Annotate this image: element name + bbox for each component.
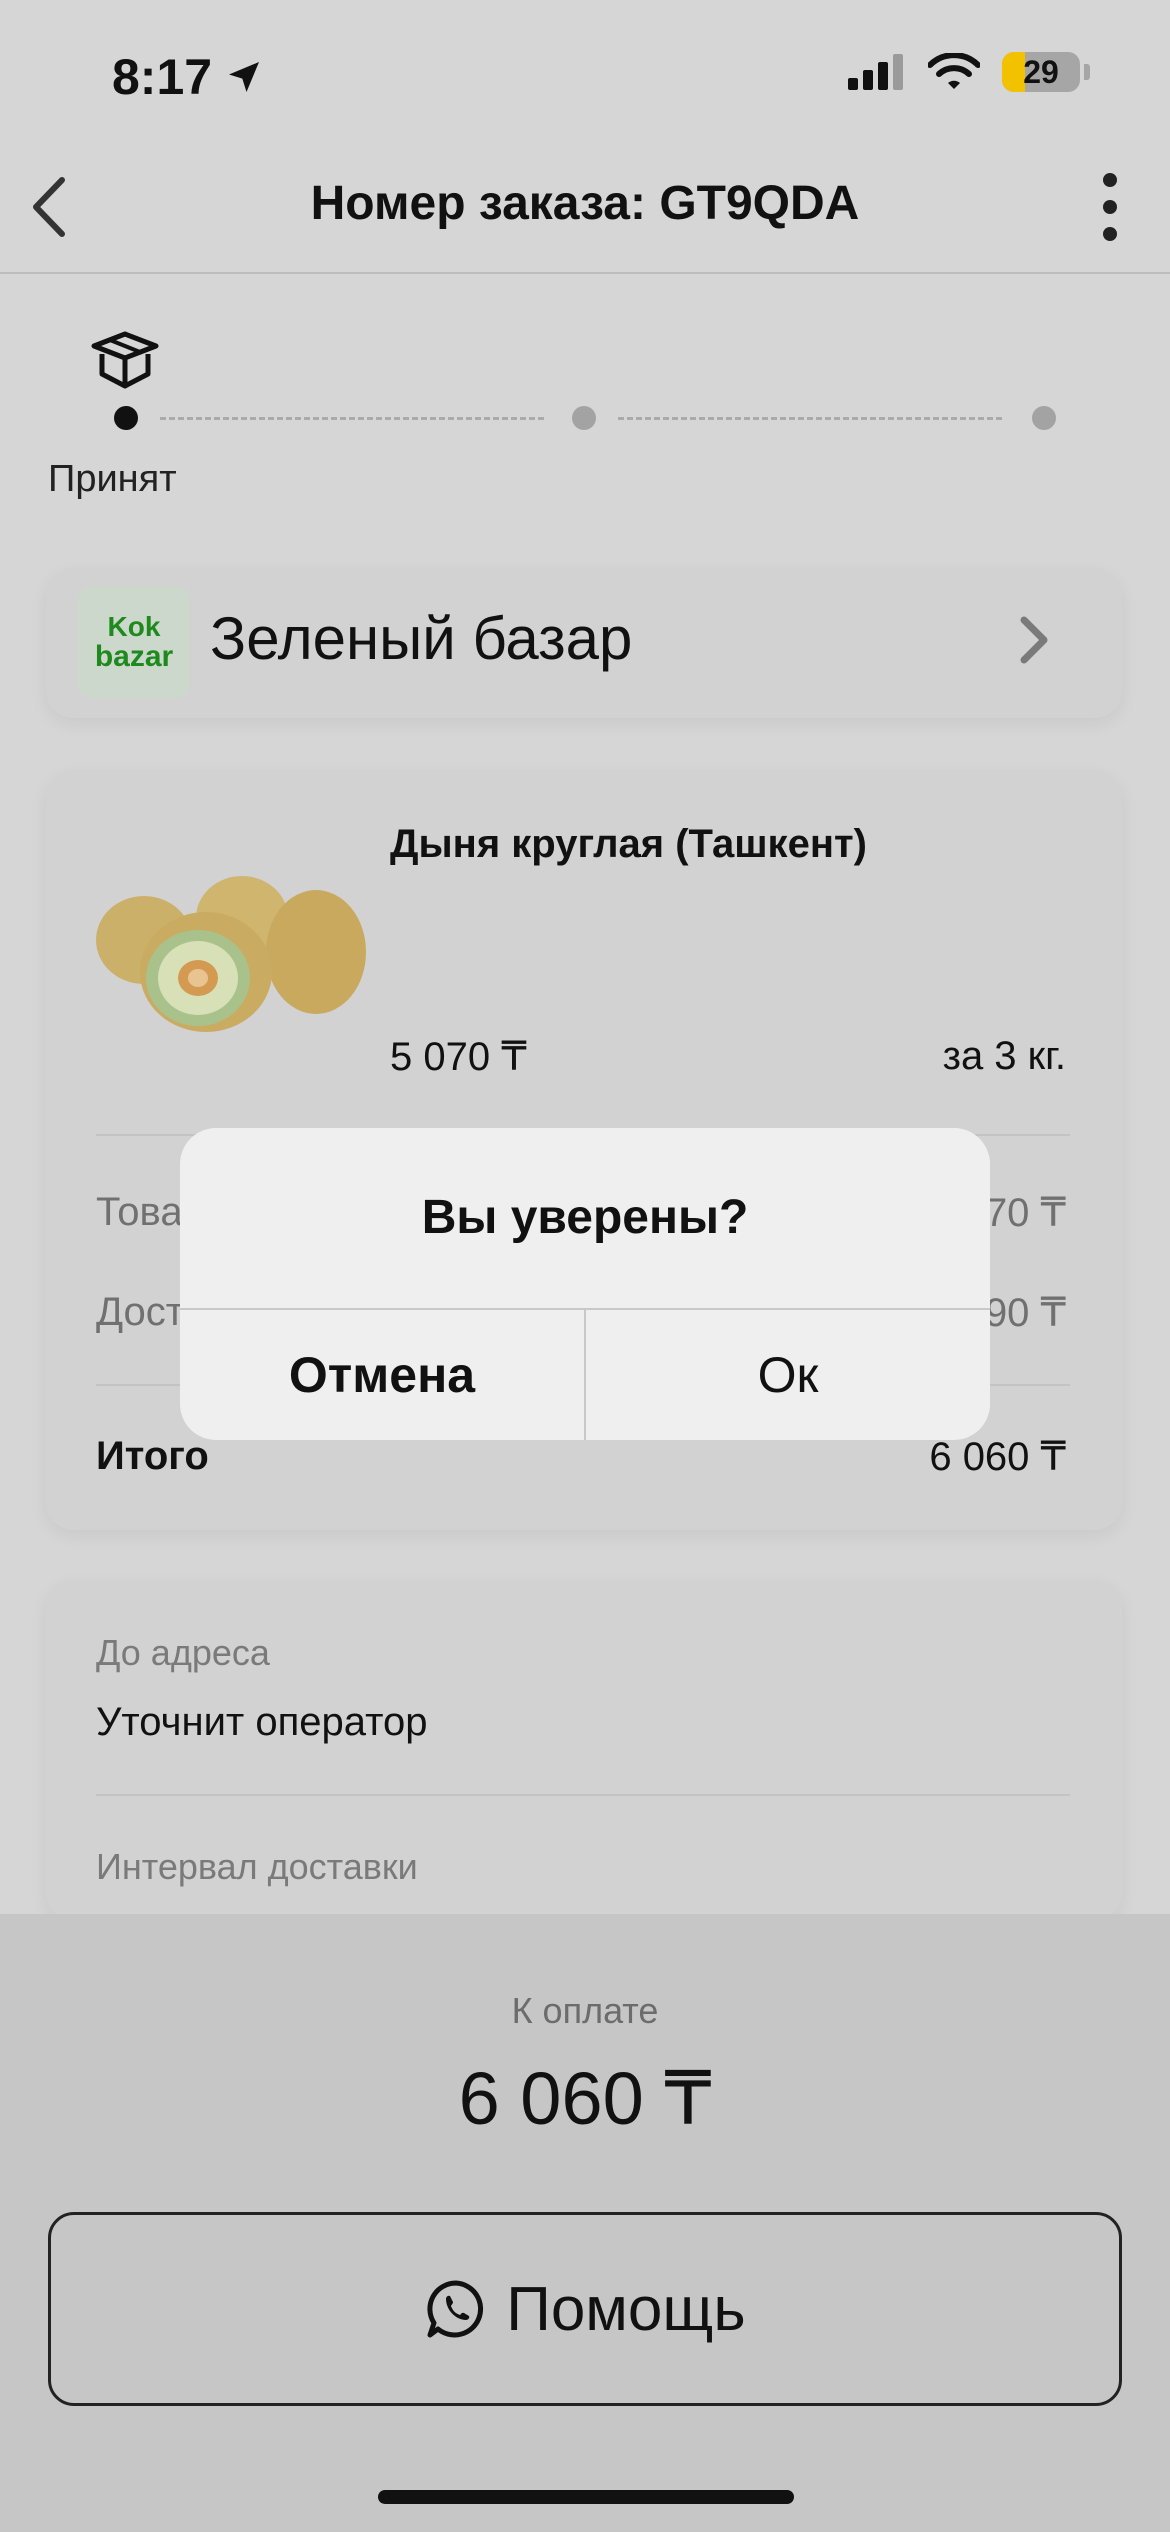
payment-amount: 6 060 ₸ (458, 2057, 712, 2140)
more-options-button[interactable] (1090, 170, 1130, 244)
address-value: Уточнит оператор (96, 1700, 428, 1744)
store-logo-line1: Kok (107, 610, 161, 642)
home-indicator (378, 2490, 794, 2504)
product-name: Дыня круглая (Ташкент) (390, 822, 867, 866)
payment-label: К оплате (511, 1990, 659, 2031)
help-button-label: Помощь (506, 2274, 746, 2344)
chevron-right-icon (1014, 612, 1054, 668)
help-button[interactable]: Помощь (48, 2212, 1122, 2406)
cellular-signal-icon (848, 54, 903, 90)
total-value: 6 060 ₸ (929, 1435, 1066, 1479)
battery-tip (1084, 64, 1090, 80)
vertical-ellipsis-icon (1103, 173, 1117, 241)
product-price: 5 070 ₸ (390, 1035, 527, 1079)
progress-step-3 (1032, 406, 1056, 430)
confirm-dialog: Вы уверены? Отмена Ок (180, 1128, 990, 1440)
ok-button[interactable]: Ок (586, 1310, 990, 1440)
progress-line-2 (618, 417, 1002, 420)
subtotal-value: 70 ₸ (984, 1191, 1066, 1235)
box-icon (88, 326, 162, 390)
status-icons: 29 (848, 52, 1090, 92)
product-quantity: за 3 кг. (942, 1034, 1066, 1078)
progress-step-label: Принят (48, 458, 177, 500)
wifi-icon (928, 53, 980, 89)
delivery-fee-label: Дост (96, 1290, 185, 1334)
status-time-text: 8:17 (112, 49, 213, 105)
product-image (94, 860, 366, 1040)
dialog-title: Вы уверены? (421, 1191, 749, 1244)
progress-step-1 (114, 406, 138, 430)
subtotal-label: Това (96, 1190, 183, 1234)
progress-line-1 (160, 417, 544, 420)
address-label: До адреса (96, 1632, 270, 1673)
cancel-button[interactable]: Отмена (180, 1310, 584, 1440)
whatsapp-icon (427, 2280, 484, 2338)
store-name: Зеленый базар (210, 605, 633, 672)
delivery-interval-label: Интервал доставки (96, 1846, 418, 1887)
delivery-fee-value: 90 ₸ (984, 1291, 1066, 1335)
divider (96, 1794, 1070, 1796)
status-time: 8:17 (112, 48, 264, 106)
page-title: Номер заказа: GT9QDA (310, 177, 860, 230)
battery-level: 29 (1023, 53, 1059, 90)
store-logo: Kok bazar (78, 586, 190, 698)
store-logo-line2: bazar (94, 639, 174, 673)
location-arrow-icon (229, 62, 260, 92)
progress-step-2 (572, 406, 596, 430)
total-label: Итого (96, 1434, 209, 1478)
battery-icon: 29 (1002, 52, 1080, 92)
